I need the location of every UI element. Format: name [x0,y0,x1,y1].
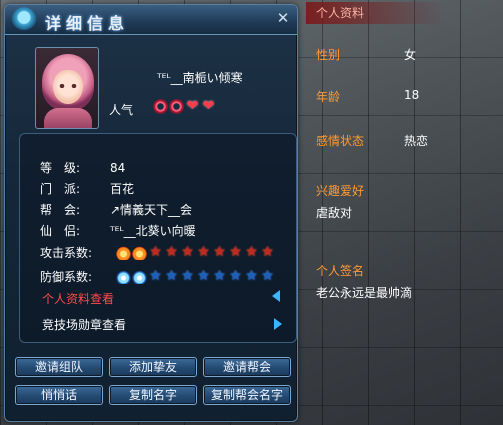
guild-value: ↗情義天下__会 [110,203,193,217]
fire-orb-icon [116,245,131,260]
water-orb-icon [132,269,147,284]
blue-star-icon: ★ [245,268,258,284]
blue-star-icon: ★ [181,268,194,284]
fire-orb-icon [132,245,147,260]
attack-label: 攻击系数: [40,246,93,260]
info-panel: 等 级: 84 门 派: 百花 帮 会: ↗情義天下__会 仙 侣: ᵀᴱᴸ__北葵い向… [19,133,297,343]
add-friend-button[interactable]: 添加挚友 [109,357,197,377]
blue-star-icon: ★ [197,268,210,284]
signature-value: 老公永远是最帅滴 [316,286,413,300]
defense-label: 防御系数: [40,270,93,284]
school-label: 门 派: [40,182,81,196]
partner-label: 仙 侣: [40,224,81,238]
attack-rating: ★ ★ ★ ★ ★ ★ ★ ★ [116,245,275,260]
character-name: ᵀᴱᴸ__南栀い倾寒 [157,71,243,85]
level-label: 等 级: [40,161,81,175]
gender-value: 女 [404,48,417,62]
age-label: 年龄 [316,90,341,104]
close-button[interactable]: ✕ [275,10,291,26]
hobby-label: 兴趣爱好 [316,184,365,198]
copy-name-button[interactable]: 复制名字 [109,385,197,405]
arena-medal-link[interactable]: 竞技场勋章查看 [42,316,126,334]
portrait-eyes [58,84,78,88]
relationship-label: 感情状态 [316,134,365,148]
profile-view-link[interactable]: 个人资料查看 [42,290,114,308]
attack-stat-row: 攻击系数: ★ ★ ★ ★ ★ ★ ★ ★ [40,244,274,262]
defense-stat-row: 防御系数: ★ ★ ★ ★ ★ ★ ★ ★ [40,268,274,286]
level-row: 等 级: 84 [40,160,125,176]
popularity-label: 人气 [109,103,134,117]
partner-value: ᵀᴱᴸ__北葵い向暖 [110,224,196,238]
blue-star-icon: ★ [261,268,274,284]
signature-label: 个人签名 [316,264,365,278]
partner-row: 仙 侣: ᵀᴱᴸ__北葵い向暖 [40,223,196,239]
dialog-titlebar[interactable]: 详细信息 ✕ [5,5,297,37]
school-row: 门 派: 百花 [40,181,134,197]
red-star-icon: ★ [245,244,258,260]
ring-icon [169,99,184,114]
red-star-icon: ★ [261,244,274,260]
copy-guild-name-button[interactable]: 复制帮会名字 [203,385,291,405]
red-star-icon: ★ [181,244,194,260]
invite-team-button[interactable]: 邀请组队 [15,357,103,377]
red-star-icon: ★ [229,244,242,260]
red-star-icon: ★ [149,244,162,260]
hobby-value: 虐敌对 [316,206,353,220]
guild-row: 帮 会: ↗情義天下__会 [40,202,192,218]
guild-label: 帮 会: [40,203,81,217]
ring-icon [153,99,168,114]
dialog-title: 详细信息 [45,14,130,33]
relationship-value: 热恋 [404,134,429,148]
heart-icon: ❤ [202,98,215,114]
age-value: 18 [404,88,420,102]
red-star-icon: ★ [165,244,178,260]
arrow-right-icon[interactable] [274,318,282,330]
portrait-body [44,108,92,128]
heart-icon: ❤ [186,98,199,114]
popularity-icons: ❤ ❤ [153,99,216,114]
invite-guild-button[interactable]: 邀请帮会 [203,357,291,377]
blue-star-icon: ★ [149,268,162,284]
arrow-left-icon[interactable] [272,290,280,302]
school-value: 百花 [110,182,135,196]
level-value: 84 [110,161,126,175]
profile-header: 个人资料 [306,2,446,24]
blue-star-icon: ★ [229,268,242,284]
detail-info-dialog: 详细信息 ✕ ᵀᴱᴸ__南栀い倾寒 人气 ❤ ❤ 等 级: 84 门 派: 百花 帮… [4,4,298,422]
whisper-button[interactable]: 悄悄话 [15,385,103,405]
blue-star-icon: ★ [165,268,178,284]
blue-star-icon: ★ [213,268,226,284]
water-orb-icon [116,269,131,284]
red-star-icon: ★ [213,244,226,260]
personal-profile-panel: 个人资料 性别 女 年龄 18 感情状态 热恋 兴趣爱好 虐敌对 个人签名 老公… [304,0,503,425]
emblem-icon [11,7,37,37]
red-star-icon: ★ [197,244,210,260]
defense-rating: ★ ★ ★ ★ ★ ★ ★ ★ [116,269,275,284]
character-portrait [35,47,99,129]
gender-label: 性别 [316,48,341,62]
